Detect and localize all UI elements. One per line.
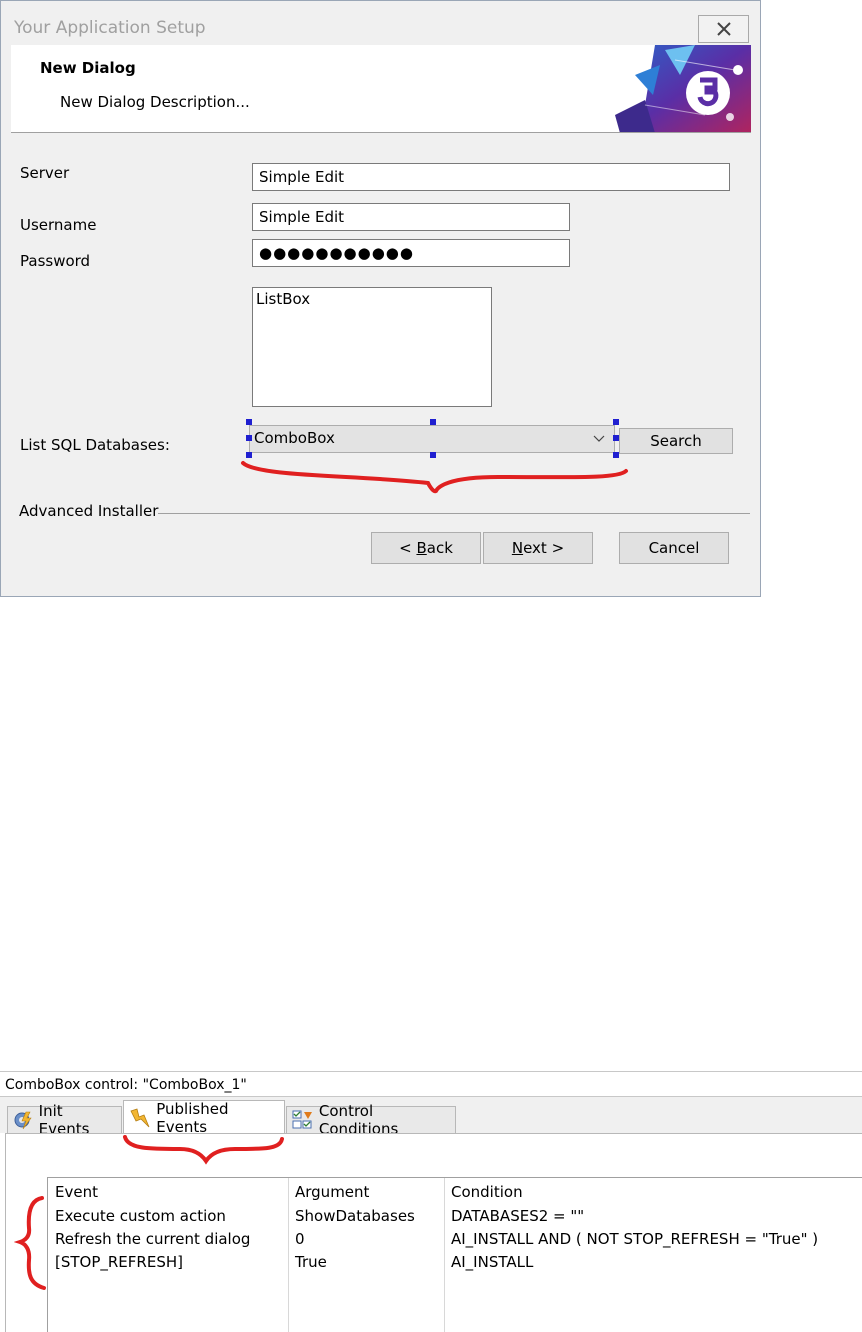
banner-logo-graphic — [615, 45, 751, 132]
column-header-condition[interactable]: Condition — [451, 1183, 523, 1201]
red-brace-annotation — [14, 1196, 46, 1290]
event-cell: [STOP_REFRESH] — [55, 1253, 183, 1271]
checklist-icon — [292, 1110, 312, 1129]
dialog-banner: New Dialog New Dialog Description... — [11, 45, 751, 133]
combobox-value: ComboBox — [254, 429, 335, 447]
next-button[interactable]: Next > — [483, 532, 593, 564]
list-sql-databases-label: List SQL Databases: — [20, 436, 170, 454]
selection-handle[interactable] — [246, 435, 252, 441]
banner-description: New Dialog Description... — [60, 93, 250, 111]
tab-control-conditions[interactable]: Control Conditions — [286, 1102, 456, 1138]
tab-label: Published Events — [156, 1099, 229, 1136]
banner-title: New Dialog — [40, 59, 136, 77]
footer-divider — [158, 513, 750, 514]
username-field[interactable]: Simple Edit — [252, 203, 570, 231]
panel-caption: ComboBox control: "ComboBox_1" — [0, 1071, 862, 1097]
red-brace-annotation — [241, 461, 628, 494]
username-label: Username — [20, 216, 97, 234]
close-icon — [716, 22, 731, 36]
title-bar: Your Application Setup — [1, 1, 760, 45]
selection-handle[interactable] — [430, 419, 436, 425]
selection-handle[interactable] — [613, 419, 619, 425]
next-button-mnemonic: N — [511, 539, 524, 557]
condition-cell: DATABASES2 = "" — [451, 1207, 585, 1225]
cancel-button[interactable]: Cancel — [619, 532, 729, 564]
next-button-rest: ext > — [523, 539, 565, 557]
event-cell: Execute custom action — [55, 1207, 226, 1225]
argument-cell: True — [295, 1253, 327, 1271]
event-cell: Refresh the current dialog — [55, 1230, 251, 1248]
back-button[interactable]: < Back — [371, 532, 481, 564]
column-header-event[interactable]: Event — [55, 1183, 98, 1201]
listbox[interactable]: ListBox — [252, 287, 492, 407]
window-title: Your Application Setup — [14, 18, 206, 38]
server-label: Server — [20, 164, 70, 182]
gear-lightning-icon — [14, 1111, 32, 1130]
search-button[interactable]: Search — [619, 428, 733, 454]
footer-label: Advanced Installer — [19, 502, 159, 520]
combobox[interactable]: ComboBox — [249, 425, 615, 453]
column-header-argument[interactable]: Argument — [295, 1183, 369, 1201]
password-field[interactable]: ●●●●●●●●●●● — [252, 239, 570, 267]
server-field[interactable]: Simple Edit — [252, 163, 730, 191]
argument-cell: 0 — [295, 1230, 305, 1248]
argument-cell: ShowDatabases — [295, 1207, 415, 1225]
chevron-down-icon — [593, 435, 605, 442]
tab-init-events[interactable]: Init Events — [7, 1102, 122, 1138]
table-row[interactable]: [STOP_REFRESH] True AI_INSTALL — [48, 1252, 862, 1275]
condition-cell: AI_INSTALL AND ( NOT STOP_REFRESH = "Tru… — [451, 1230, 819, 1248]
back-button-rest: ack — [426, 539, 453, 557]
back-button-prefix: < — [399, 539, 417, 557]
table-row[interactable]: Refresh the current dialog 0 AI_INSTALL … — [48, 1229, 862, 1252]
lightning-icon — [130, 1107, 150, 1127]
red-brace-annotation — [123, 1135, 284, 1165]
selection-handle[interactable] — [246, 419, 252, 425]
back-button-mnemonic: B — [416, 539, 427, 557]
condition-cell: AI_INSTALL — [451, 1253, 534, 1271]
table-row[interactable]: Execute custom action ShowDatabases DATA… — [48, 1206, 862, 1229]
password-label: Password — [20, 252, 91, 270]
close-button[interactable] — [698, 15, 749, 43]
tab-published-events[interactable]: Published Events — [123, 1099, 285, 1136]
